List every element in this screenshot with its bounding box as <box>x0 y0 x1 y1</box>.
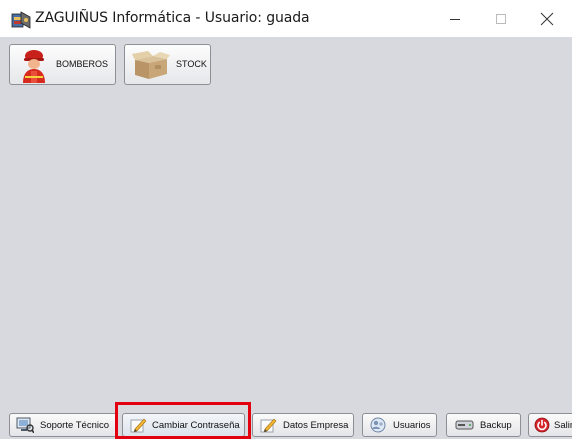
stock-button[interactable]: STOCK <box>124 44 211 85</box>
window-title: ZAGUIÑUS Informática - Usuario: guada <box>35 10 310 26</box>
soporte-tecnico-button[interactable]: Soporte Técnico <box>9 413 118 437</box>
close-icon <box>540 12 554 25</box>
cambiar-contrasena-label: Cambiar Contraseña <box>152 420 240 431</box>
minimize-icon <box>450 18 460 20</box>
box-icon <box>132 51 170 79</box>
maximize-icon <box>496 13 506 24</box>
power-icon <box>534 417 550 433</box>
usuarios-button[interactable]: Usuarios <box>362 413 437 437</box>
soporte-tecnico-label: Soporte Técnico <box>40 420 110 431</box>
backup-label: Backup <box>480 420 512 431</box>
close-button[interactable] <box>524 0 570 37</box>
pencil-note-icon <box>130 418 147 433</box>
cambiar-contrasena-button[interactable]: Cambiar Contraseña <box>122 413 245 437</box>
stock-label: STOCK <box>176 59 207 69</box>
maximize-button[interactable] <box>478 0 524 37</box>
datos-empresa-button[interactable]: Datos Empresa <box>252 413 354 437</box>
backup-button[interactable]: Backup <box>446 413 521 437</box>
app-logo-icon <box>11 11 31 29</box>
bomberos-button[interactable]: BOMBEROS <box>9 44 116 85</box>
monitor-support-icon <box>16 417 34 433</box>
title-bar: ZAGUIÑUS Informática - Usuario: guada <box>0 0 572 37</box>
main-panel: BOMBEROS STOCK Soporte Técnico Cambiar C… <box>0 37 572 439</box>
drive-icon <box>455 420 474 430</box>
bomberos-label: BOMBEROS <box>56 59 109 69</box>
salir-label: Salir <box>554 420 572 431</box>
firefighter-icon <box>23 50 45 83</box>
salir-button[interactable]: Salir <box>528 413 572 437</box>
minimize-button[interactable] <box>432 0 478 37</box>
usuarios-label: Usuarios <box>393 420 431 431</box>
users-icon <box>370 417 386 433</box>
datos-empresa-label: Datos Empresa <box>283 420 349 431</box>
pencil-note-icon <box>260 418 277 433</box>
